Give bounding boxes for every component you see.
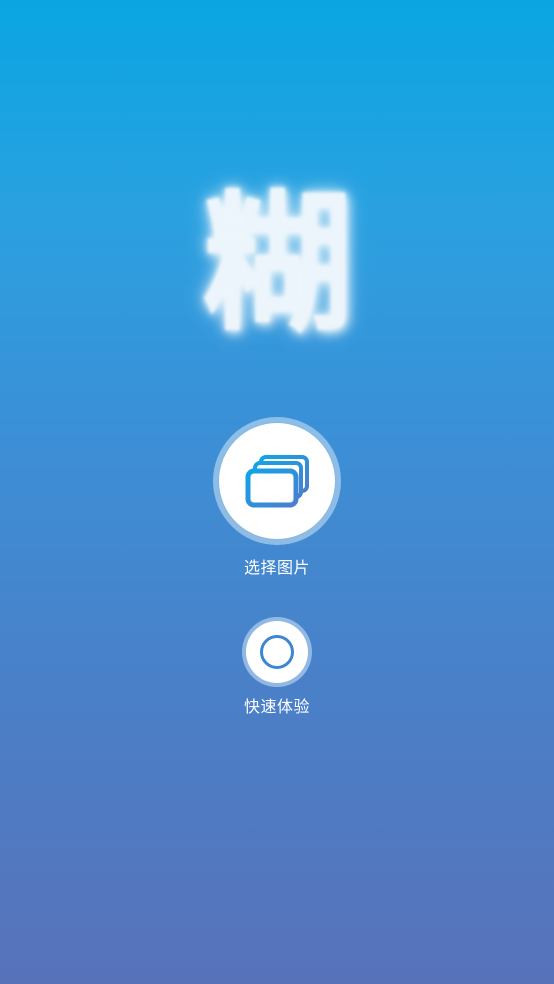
photo-stack-icon <box>245 455 309 508</box>
quick-experience-button-face[interactable] <box>246 621 308 683</box>
quick-experience-button[interactable] <box>242 617 312 687</box>
circle-icon <box>260 635 294 669</box>
select-picture-button-face[interactable] <box>219 423 335 539</box>
app-logo: 糊 <box>201 178 352 352</box>
home-screen: 糊 选择图片 快速体验 <box>0 0 554 984</box>
select-picture-label: 选择图片 <box>243 558 310 577</box>
quick-experience-label: 快速体验 <box>243 697 310 716</box>
select-picture-button[interactable] <box>213 417 341 545</box>
